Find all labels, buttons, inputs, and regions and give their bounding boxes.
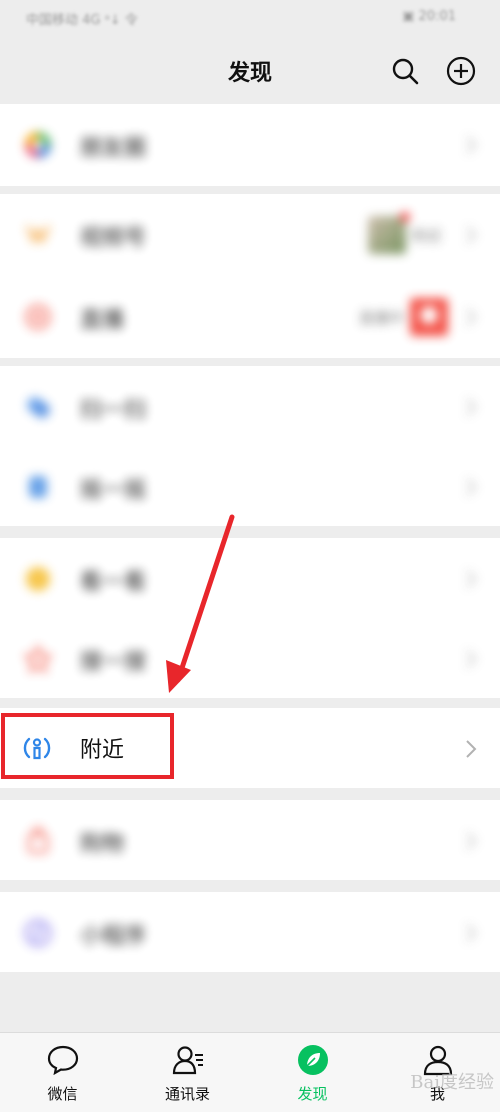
list-item-label: 摇一摇 (80, 478, 147, 503)
tab-label: 发现 (297, 1085, 328, 1103)
live-thumbnail (410, 298, 448, 336)
compass-icon (296, 1043, 330, 1077)
list-item-label: 直播 (80, 308, 125, 333)
list-item-label: 购物 (80, 832, 125, 857)
moments-icon (24, 131, 52, 159)
chevron-right-icon (464, 305, 478, 329)
list-item-search[interactable]: 搜一搜 (0, 618, 500, 698)
scan-icon (24, 393, 52, 421)
list-item-moments[interactable]: 朋友圈 (0, 104, 500, 186)
live-icon (24, 303, 52, 331)
section-shopping: 购物 (0, 800, 500, 880)
top-stories-icon (24, 565, 52, 593)
chevron-right-icon (464, 223, 478, 247)
list-item-label: 朋友圈 (80, 136, 147, 161)
chevron-right-icon (464, 567, 478, 591)
list-item-channels[interactable]: 视频号 附近 (0, 194, 500, 276)
status-battery-time: ▣ 20:01 (402, 9, 456, 24)
list-item-shake[interactable]: 摇一摇 (0, 446, 500, 526)
live-extra: 直播中 (353, 298, 448, 336)
shopping-icon (24, 826, 52, 855)
list-item-label: 扫一扫 (80, 398, 147, 423)
chevron-right-icon (464, 647, 478, 671)
section-moments: 朋友圈 (0, 104, 500, 186)
chevron-right-icon (464, 395, 478, 419)
section-channels: 视频号 附近 直播 直播中 (0, 194, 500, 358)
section-discover: 看一看 搜一搜 (0, 538, 500, 698)
list-item-shopping[interactable]: 购物 (0, 800, 500, 880)
tab-chats[interactable]: 微信 (0, 1033, 125, 1112)
status-bar: 中国移动 4G ᵃ↓ 令 ▣ 20:01 (0, 0, 500, 40)
section-scan: 扫一扫 摇一摇 (0, 366, 500, 526)
mini-program-icon (24, 919, 52, 947)
notification-dot (399, 212, 410, 222)
list-item-mini-programs[interactable]: 小程序 (0, 892, 500, 972)
page-title: 发现 (227, 61, 272, 86)
channels-extra-text: 附近 (411, 226, 442, 245)
list-item-label: 搜一搜 (80, 650, 147, 675)
highlight-box (1, 713, 174, 779)
search-icon[interactable] (390, 56, 420, 86)
chevron-right-icon (464, 921, 478, 945)
watermark: Bai度经验 (410, 1072, 494, 1093)
live-extra-text: 直播中 (358, 308, 404, 327)
chevron-right-icon (464, 133, 478, 157)
list-item-label: 小程序 (80, 924, 147, 949)
nav-bar: 发现 (0, 40, 500, 102)
list-item-live[interactable]: 直播 直播中 (0, 276, 500, 358)
chat-bubble-icon (46, 1043, 80, 1077)
tab-label: 微信 (47, 1085, 78, 1103)
chevron-right-icon (464, 475, 478, 499)
chevron-right-icon (464, 829, 478, 853)
chevron-right-icon (464, 737, 478, 761)
list-item-label: 看一看 (80, 570, 147, 595)
channels-icon (24, 221, 52, 249)
channels-thumbnail (367, 212, 410, 254)
section-mini-programs: 小程序 (0, 892, 500, 972)
tab-contacts[interactable]: 通讯录 (125, 1033, 250, 1112)
plus-circle-icon[interactable] (446, 56, 476, 86)
tab-discover[interactable]: 发现 (250, 1033, 375, 1112)
status-carrier: 中国移动 4G ᵃ↓ 令 (26, 13, 138, 28)
channels-extra: 附近 (367, 212, 448, 254)
tab-label: 通讯录 (164, 1085, 210, 1103)
list-item-scan[interactable]: 扫一扫 (0, 366, 500, 446)
shake-icon (24, 473, 52, 501)
list-item-top-stories[interactable]: 看一看 (0, 538, 500, 618)
search-star-icon (23, 643, 53, 674)
list-item-label: 视频号 (80, 226, 147, 251)
contacts-icon (171, 1043, 205, 1077)
